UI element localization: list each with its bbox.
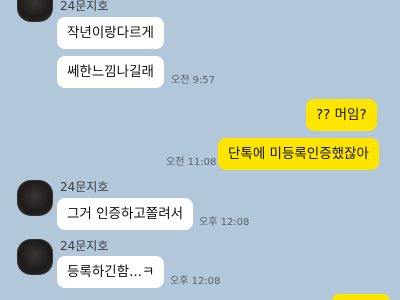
message-bubble-outgoing[interactable]: 단톡에 미등록인증했잖아 xyxy=(218,138,379,170)
timestamp: 오전 11:08 xyxy=(166,157,217,168)
sender-name: 24문지호 xyxy=(60,180,109,194)
message-bubble-outgoing-partial[interactable] xyxy=(332,294,390,300)
timestamp: 오후 12:08 xyxy=(199,217,250,228)
timestamp: 오전 9:57 xyxy=(171,75,216,86)
message-bubble-incoming[interactable]: 등록하긴함...ㅋ xyxy=(57,256,165,288)
message-bubble-incoming[interactable]: 그거 인증하고쫄려서 xyxy=(57,198,194,230)
message-bubble-incoming[interactable]: 쎄한느낌나길래 xyxy=(57,56,164,88)
chat-area[interactable]: 24문지호 작년이랑다르게 쎄한느낌나길래 오전 9:57 ?? 머임? 단톡에… xyxy=(0,0,400,300)
message-bubble-outgoing[interactable]: ?? 머임? xyxy=(306,99,377,131)
avatar[interactable] xyxy=(17,180,53,216)
message-bubble-incoming[interactable]: 작년이랑다르게 xyxy=(57,17,164,49)
sender-name: 24문지호 xyxy=(60,0,109,13)
sender-name: 24문지호 xyxy=(60,239,109,253)
avatar[interactable] xyxy=(17,239,53,275)
timestamp: 오후 12:08 xyxy=(170,276,221,287)
avatar[interactable] xyxy=(17,0,53,22)
